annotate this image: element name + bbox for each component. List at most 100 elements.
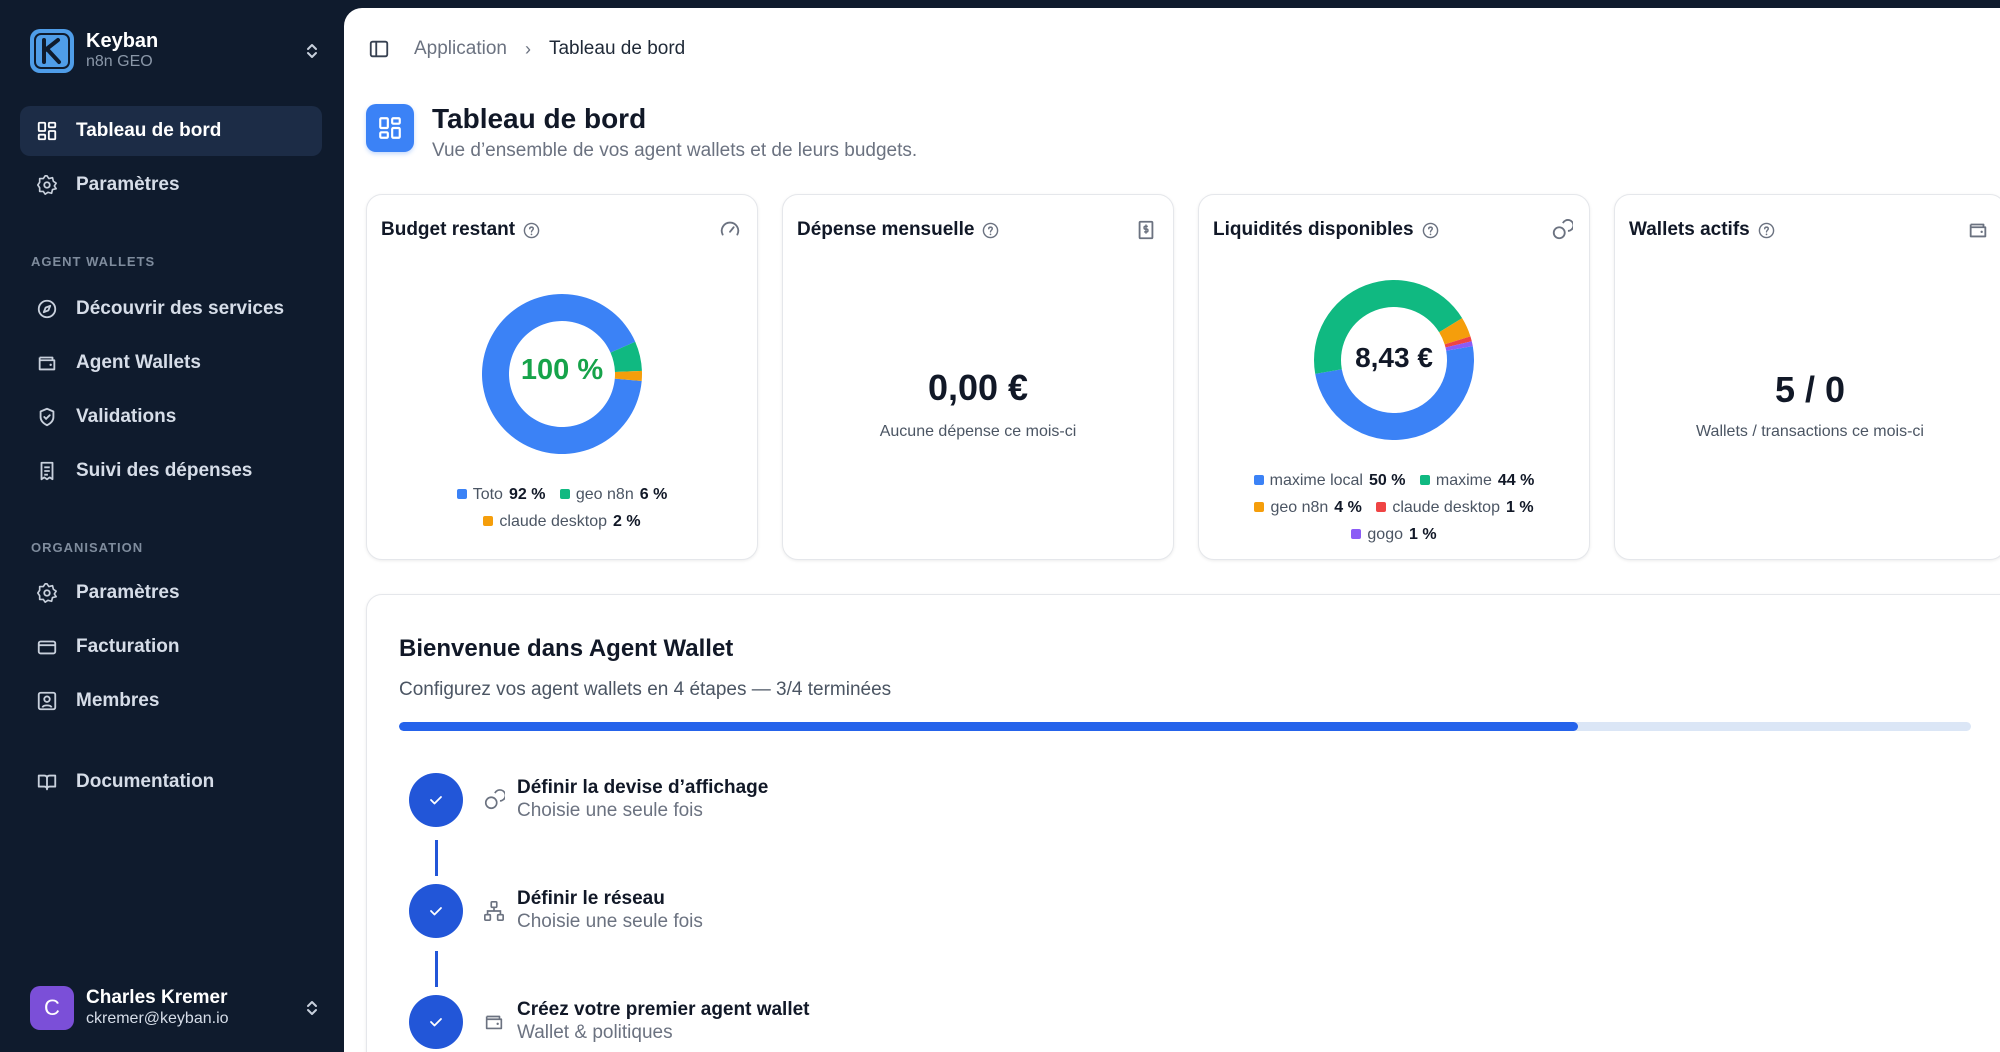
nav-item-validations[interactable]: Validations: [20, 392, 322, 442]
nav-label: Agent Wallets: [76, 352, 201, 373]
check-icon: [409, 995, 463, 1049]
section-label-agent-wallets: AGENT WALLETS: [31, 254, 156, 269]
nav-label: Facturation: [76, 636, 180, 657]
nav-item-parametres[interactable]: Paramètres: [20, 160, 322, 210]
nav-label: Membres: [76, 690, 160, 711]
user-email: ckremer@keyban.io: [86, 1010, 229, 1027]
nav-item-facturation[interactable]: Facturation: [20, 622, 322, 672]
nav-label: Suivi des dépenses: [76, 460, 253, 481]
nav-label: Découvrir des services: [76, 298, 285, 319]
step-connector: [435, 951, 438, 987]
step-devise[interactable]: Définir la devise d’affichage Choisie un…: [409, 773, 1109, 829]
keyban-logo: [30, 29, 74, 73]
wallet-icon: [38, 356, 56, 371]
nav-item-suivi-depenses[interactable]: Suivi des dépenses: [20, 446, 322, 496]
legend-name: Toto: [472, 486, 503, 503]
spend-caption: Aucune dépense ce mois-ci: [879, 423, 1077, 440]
user-menu[interactable]: C Charles Kremer ckremer@keyban.io: [30, 984, 322, 1032]
nav-label: Validations: [76, 406, 177, 427]
step-title: Définir le réseau: [517, 888, 665, 909]
breadcrumb-current: Tableau de bord: [548, 38, 686, 59]
chevron-updown-icon[interactable]: [302, 996, 322, 1020]
legend-name: geo n8n: [1270, 499, 1329, 516]
card-wallets-actifs: Wallets actifs 5 / 0 Wallets / transacti…: [1614, 194, 2000, 560]
breadcrumb-root[interactable]: Application: [414, 38, 507, 60]
gear-icon: [37, 583, 57, 603]
legend-swatch: [1254, 502, 1265, 512]
legend-item: maxime local 50 %: [1253, 467, 1406, 494]
wallets-value: 5 / 0: [1774, 369, 1846, 410]
onboarding-progress-bar: [399, 722, 1971, 731]
check-icon: [409, 884, 463, 938]
legend-pct: 1 %: [1409, 526, 1437, 543]
legend-swatch: [1376, 502, 1387, 512]
card-budget-restant: Budget restant 100 % Toto 92 % geo n8n 6 %…: [366, 194, 758, 560]
welcome-subtitle: Configurez vos agent wallets en 4 étapes…: [399, 679, 892, 700]
nav-item-agent-wallets[interactable]: Agent Wallets: [20, 338, 322, 388]
coins-icon: [484, 789, 505, 810]
avatar: C: [30, 986, 74, 1030]
legend-pct: 4 %: [1334, 499, 1362, 516]
legend-name: gogo: [1367, 526, 1403, 543]
card-title: Wallets actifs: [1629, 219, 1750, 240]
legend-item: claude desktop 2 %: [483, 508, 641, 535]
nav-item-decouvrir-services[interactable]: Découvrir des services: [20, 284, 322, 334]
receipt-dollar-icon: [1138, 220, 1154, 240]
legend-swatch: [1253, 475, 1264, 485]
sidebar-toggle-icon[interactable]: [368, 38, 390, 60]
legend-swatch: [1419, 475, 1430, 485]
section-label-organisation: ORGANISATION: [31, 540, 144, 555]
org-name: Keyban: [86, 30, 159, 52]
step-subtitle: Choisie une seule fois: [517, 800, 703, 821]
legend-item: geo n8n 4 %: [1254, 494, 1362, 521]
legend-pct: 6 %: [639, 486, 668, 503]
user-square-icon: [37, 691, 57, 711]
check-icon: [409, 773, 463, 827]
shield-check-icon: [39, 407, 55, 427]
legend-name: claude desktop: [1392, 499, 1500, 516]
gear-icon: [37, 175, 57, 195]
step-agent-wallet[interactable]: Créez votre premier agent wallet Wallet …: [409, 995, 1109, 1051]
nav-item-org-parametres[interactable]: Paramètres: [20, 568, 322, 618]
wallets-caption: Wallets / transactions ce mois-ci: [1696, 423, 1924, 440]
legend-pct: 1 %: [1505, 499, 1534, 516]
legend-item: geo n8n 6 %: [559, 481, 668, 508]
legend-item: claude desktop 1 %: [1376, 494, 1534, 521]
org-subtitle: n8n GEO: [86, 53, 153, 70]
help-circle-icon[interactable]: [1422, 222, 1439, 239]
main-content: Application › Tableau de bord Tableau de…: [344, 8, 2000, 1052]
nav-item-tableau-de-bord[interactable]: Tableau de bord: [20, 106, 322, 156]
legend-pct: 2 %: [613, 513, 641, 530]
gauge-icon: [720, 221, 740, 236]
help-circle-icon[interactable]: [1758, 222, 1775, 239]
step-reseau[interactable]: Définir le réseau Choisie une seule fois: [409, 884, 1109, 940]
liquidity-legend: maxime local 50 % maxime 44 % geo n8n 4 % c…: [1199, 467, 1589, 548]
legend-name: geo n8n: [575, 486, 634, 503]
legend-name: maxime local: [1269, 472, 1363, 489]
legend-name: claude desktop: [499, 513, 608, 530]
legend-pct: 50 %: [1368, 472, 1406, 489]
step-subtitle: Wallet & politiques: [517, 1022, 673, 1043]
welcome-panel: Bienvenue dans Agent Wallet Configurez v…: [366, 594, 2000, 1052]
page-header: Tableau de bord Vue d’ensemble de vos ag…: [366, 103, 917, 162]
step-title: Définir la devise d’affichage: [517, 777, 769, 798]
help-circle-icon[interactable]: [523, 222, 540, 239]
step-title: Créez votre premier agent wallet: [517, 999, 810, 1020]
receipt-icon: [40, 461, 54, 481]
nav-label: Paramètres: [76, 582, 180, 603]
org-switcher[interactable]: Keyban n8n GEO: [30, 28, 322, 74]
step-connector: [435, 840, 438, 876]
breadcrumb: Application › Tableau de bord: [368, 36, 685, 62]
nav-item-membres[interactable]: Membres: [20, 676, 322, 726]
help-circle-icon[interactable]: [982, 222, 999, 239]
nav-label: Tableau de bord: [76, 120, 222, 141]
legend-swatch: [456, 489, 467, 499]
grid-icon: [366, 104, 414, 152]
chevron-updown-icon[interactable]: [302, 39, 322, 63]
legend-pct: 44 %: [1497, 472, 1535, 489]
grid-icon: [37, 121, 57, 141]
book-icon: [37, 774, 57, 791]
budget-legend: Toto 92 % geo n8n 6 % claude desktop 2 %: [367, 481, 757, 535]
legend-pct: 92 %: [508, 486, 546, 503]
nav-item-documentation[interactable]: Documentation: [20, 757, 322, 807]
